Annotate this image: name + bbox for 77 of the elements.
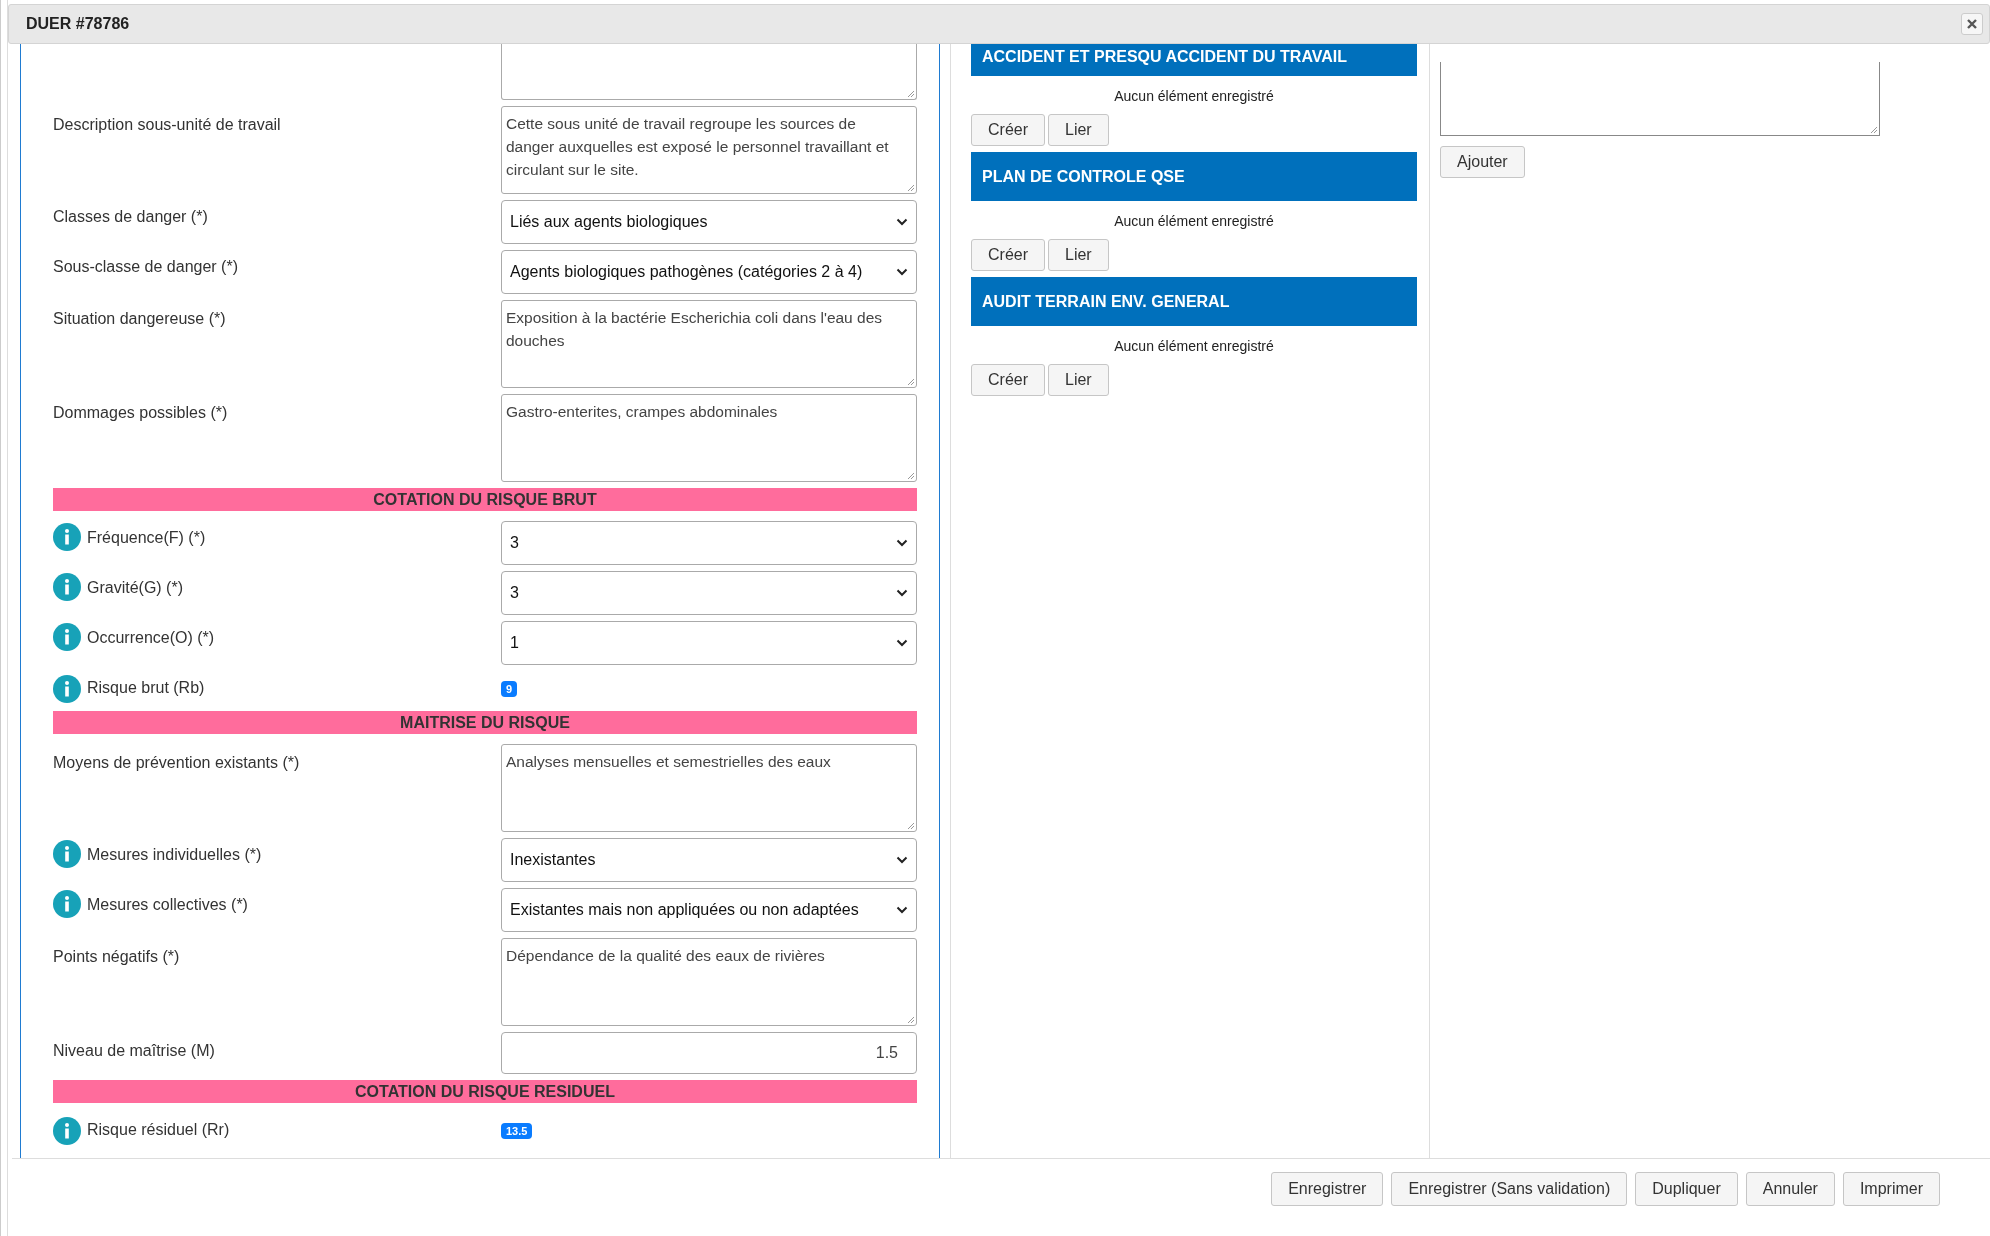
field-label: Classes de danger (*): [53, 208, 208, 226]
text-area[interactable]: Exposition à la bactérie Escherichia coli dans l'eau des douches: [501, 300, 917, 388]
field-label: Risque résiduel (Rr): [87, 1121, 230, 1139]
caret-icon: [896, 856, 908, 864]
field-label: Points négatifs (*): [53, 948, 180, 966]
caret-icon: [896, 906, 908, 914]
footer-button[interactable]: Imprimer: [1842, 1172, 1940, 1206]
footer-button[interactable]: Annuler: [1745, 1172, 1835, 1206]
field-label: Sous-classe de danger (*): [53, 258, 238, 276]
resize-grip-icon[interactable]: [907, 90, 915, 98]
action-button[interactable]: Lier: [1048, 364, 1109, 396]
select-field[interactable]: 3: [501, 521, 917, 565]
resize-grip-icon[interactable]: [907, 184, 915, 192]
field-label: Dommages possibles (*): [53, 404, 228, 422]
section-header: COTATION DU RISQUE RESIDUEL: [53, 1080, 917, 1103]
resize-grip-icon[interactable]: [907, 822, 915, 830]
close-icon: [1967, 19, 1977, 29]
section-header: AUDIT TERRAIN ENV. GENERAL: [971, 277, 1417, 326]
field-label: Occurrence(O) (*): [87, 629, 215, 647]
comment-field[interactable]: [1440, 62, 1880, 136]
caret-icon: [896, 639, 908, 647]
text-area[interactable]: Cette sous unité de travail regroupe les sources de danger auxquelles est exposé le personnel travaillant et circulant sur le site.: [501, 106, 917, 194]
section-header: MAITRISE DU RISQUE: [53, 711, 917, 734]
window-title: DUER #78786: [26, 15, 130, 33]
field-label: Niveau de maîtrise (M): [53, 1042, 215, 1060]
action-button[interactable]: Créer: [971, 114, 1045, 146]
footer-button[interactable]: Enregistrer: [1271, 1172, 1384, 1206]
empty-message: Aucun élément enregistré: [1113, 337, 1275, 356]
field-label: Risque brut (Rb): [87, 679, 205, 697]
info-icon[interactable]: [53, 890, 81, 918]
select-field[interactable]: Existantes mais non appliquées ou non adaptées: [501, 888, 917, 932]
field-label: Description sous-unité de travail: [53, 116, 281, 134]
text-area[interactable]: [501, 44, 917, 100]
action-button[interactable]: Lier: [1048, 239, 1109, 271]
section-header: PLAN DE CONTROLE QSE: [971, 152, 1417, 201]
info-icon[interactable]: [53, 675, 81, 703]
select-field[interactable]: 3: [501, 571, 917, 615]
score-badge: 13.5: [501, 1123, 533, 1139]
action-button[interactable]: Lier: [1048, 114, 1109, 146]
caret-icon: [896, 218, 908, 226]
field-label: Gravité(G) (*): [87, 579, 183, 597]
resize-grip-icon[interactable]: [907, 1016, 915, 1024]
empty-message: Aucun élément enregistré: [1113, 87, 1275, 106]
resize-grip-icon[interactable]: [907, 378, 915, 386]
select-field[interactable]: 1: [501, 621, 917, 665]
field-label: Situation dangereuse (*): [53, 310, 226, 328]
action-button[interactable]: Créer: [971, 239, 1045, 271]
score-badge: 9: [501, 681, 518, 697]
resize-grip-icon[interactable]: [907, 472, 915, 480]
select-field[interactable]: Inexistantes: [501, 838, 917, 882]
text-area[interactable]: Gastro-enterites, crampes abdominales: [501, 394, 917, 482]
input-field[interactable]: 1.5: [501, 1032, 917, 1074]
select-field[interactable]: Liés aux agents biologiques: [501, 200, 917, 244]
field-label: Fréquence(F) (*): [87, 529, 206, 547]
close-button[interactable]: [1961, 13, 1983, 35]
section-header: COTATION DU RISQUE BRUT: [53, 488, 917, 511]
empty-message: Aucun élément enregistré: [1113, 212, 1275, 231]
info-icon[interactable]: [53, 840, 81, 868]
text-area[interactable]: Dépendance de la qualité des eaux de rivières: [501, 938, 917, 1026]
info-icon[interactable]: [53, 523, 81, 551]
footer-button[interactable]: Enregistrer (Sans validation): [1391, 1172, 1628, 1206]
field-label: Mesures individuelles (*): [87, 846, 262, 864]
info-icon[interactable]: [53, 623, 81, 651]
add-button[interactable]: Ajouter: [1440, 146, 1525, 178]
select-field[interactable]: Agents biologiques pathogènes (catégories 2 à 4): [501, 250, 917, 294]
caret-icon: [896, 268, 908, 276]
info-icon[interactable]: [53, 1117, 81, 1145]
footer-button[interactable]: Dupliquer: [1635, 1172, 1738, 1206]
action-button[interactable]: Créer: [971, 364, 1045, 396]
text-area[interactable]: Analyses mensuelles et semestrielles des eaux: [501, 744, 917, 832]
field-label: Mesures collectives (*): [87, 896, 248, 914]
info-icon[interactable]: [53, 573, 81, 601]
section-header: ACCIDENT ET PRESQU ACCIDENT DU TRAVAIL: [971, 44, 1417, 76]
resize-grip-icon[interactable]: [1870, 126, 1878, 134]
caret-icon: [896, 589, 908, 597]
caret-icon: [896, 539, 908, 547]
field-label: Moyens de prévention existants (*): [53, 754, 300, 772]
